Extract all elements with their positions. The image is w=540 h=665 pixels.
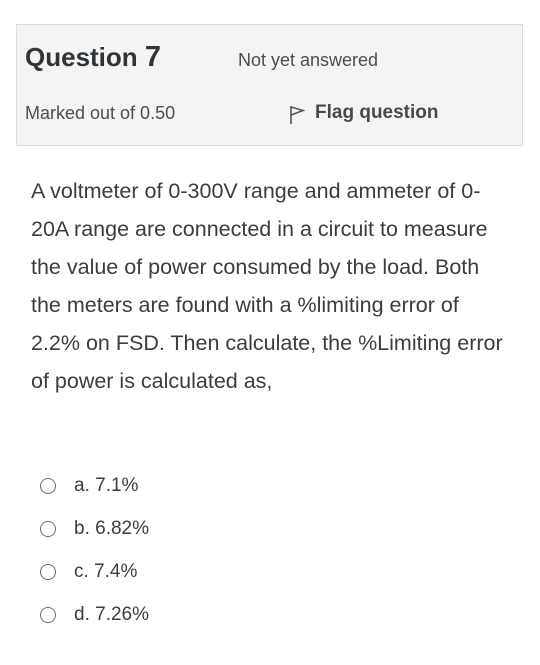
question-text: A voltmeter of 0-300V range and ammeter …	[31, 179, 503, 393]
question-state: Not yet answered	[238, 50, 379, 70]
question-grade: Marked out of 0.50	[25, 103, 176, 123]
answer-option-label: a. 7.1%	[74, 474, 139, 496]
answer-option-b[interactable]: b. 6.82%	[40, 507, 340, 550]
answer-option-label: d. 7.26%	[74, 603, 149, 625]
radio-unchecked-icon[interactable]	[40, 477, 56, 494]
flag-question-button[interactable]: Flag question	[289, 101, 439, 125]
question-number: 7	[144, 41, 162, 73]
question-title: Question 7	[25, 41, 161, 74]
radio-unchecked-icon[interactable]	[40, 563, 56, 580]
answer-option-c[interactable]: c. 7.4%	[40, 550, 340, 593]
radio-unchecked-icon[interactable]	[40, 606, 56, 623]
answer-option-d[interactable]: d. 7.26%	[40, 593, 340, 636]
question-info-box: Question 7 Not yet answered Marked out o…	[16, 24, 523, 146]
answer-options: a. 7.1% b. 6.82% c. 7.4% d. 7.26%	[40, 464, 340, 636]
radio-unchecked-icon[interactable]	[40, 520, 56, 537]
answer-option-label: b. 6.82%	[74, 517, 149, 539]
flag-question-label: Flag question	[315, 102, 439, 123]
flag-icon	[290, 106, 305, 124]
answer-option-label: c. 7.4%	[74, 560, 138, 582]
question-title-prefix: Question	[25, 42, 138, 72]
answer-option-a[interactable]: a. 7.1%	[40, 464, 340, 507]
